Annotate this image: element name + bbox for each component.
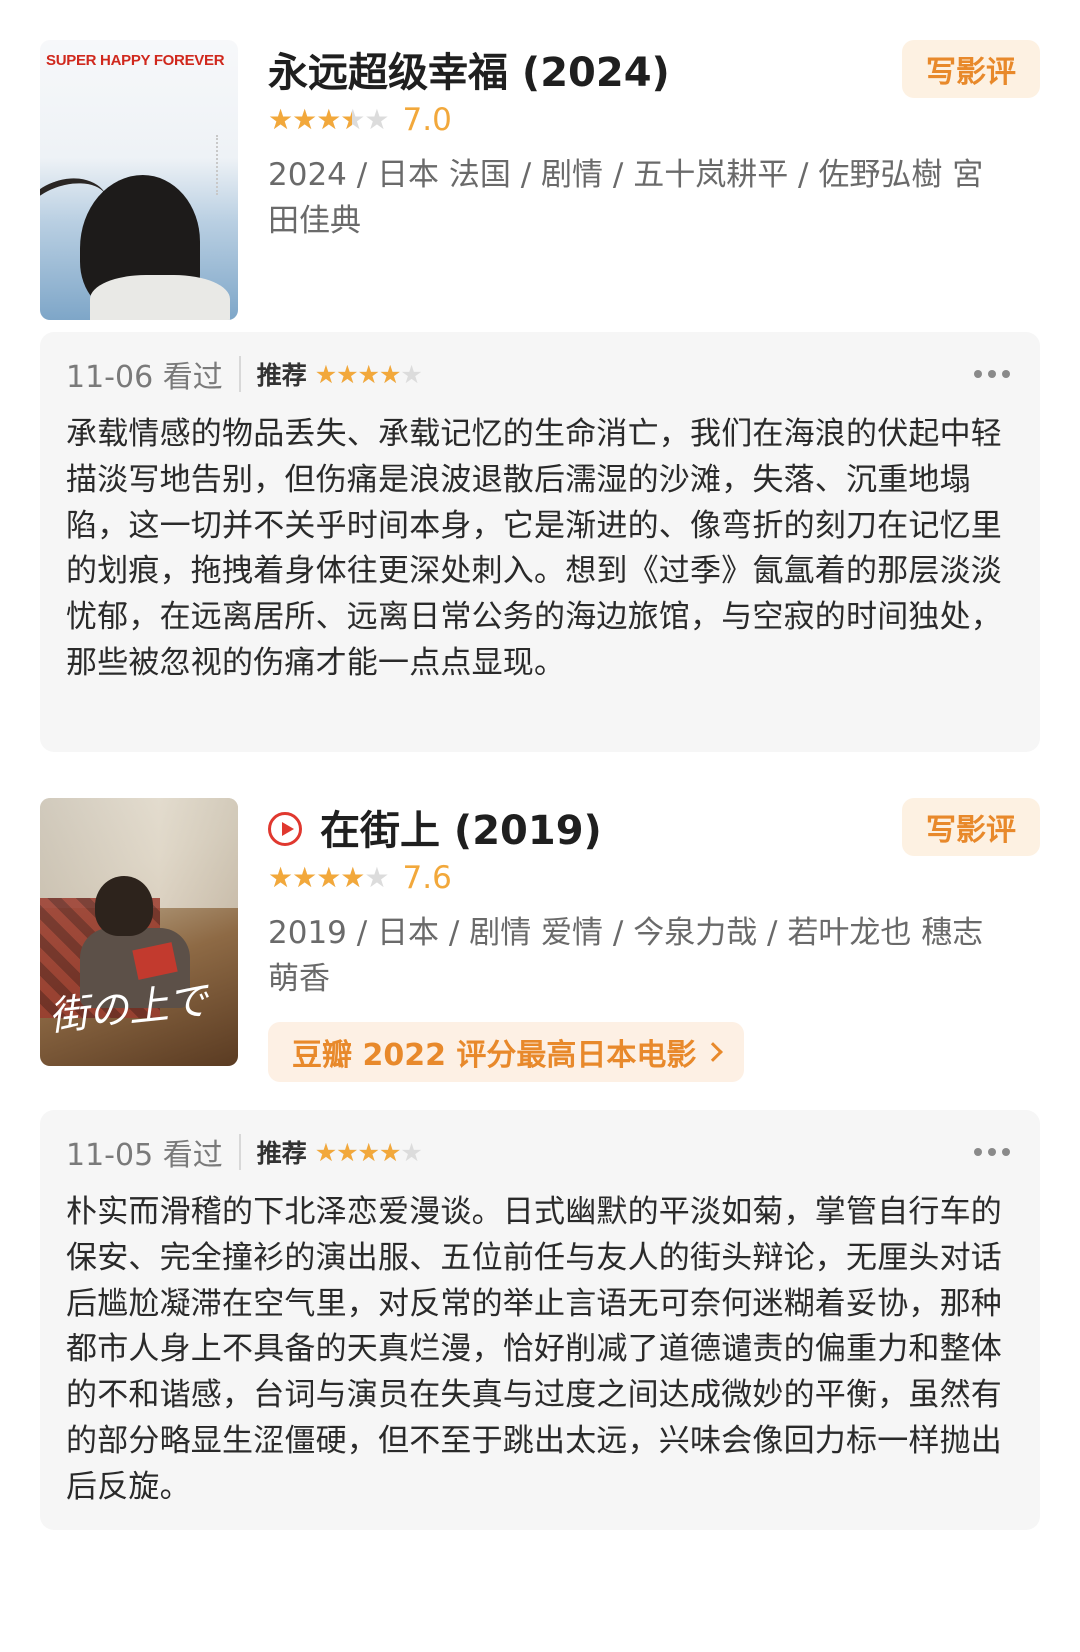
play-icon[interactable]: [268, 812, 302, 846]
movie-card[interactable]: SUPER HAPPY FOREVER 永远超级幸福 (2024) ★★★★★ ★…: [40, 40, 1040, 320]
more-options-icon[interactable]: [974, 370, 1010, 378]
review-card: 11-06 看过 推荐 ★★★★★★★★★★ 承载情感的物品丢失、承载记忆的生命…: [40, 332, 1040, 752]
ranking-link-label: 豆瓣 2022 评分最高日本电影: [292, 1038, 697, 1073]
review-text: 朴实而滑稽的下北泽恋爱漫谈。日式幽默的平淡如菊，掌管自行车的保安、完全撞衫的演出…: [66, 1194, 1002, 1505]
movie-rating: ★★★★★★★★★★ 7.6: [268, 860, 452, 896]
movie-title[interactable]: 永远超级幸福 (2024): [268, 40, 670, 98]
poster-title: SUPER HAPPY FOREVER: [46, 52, 225, 69]
review-text: 承载情感的物品丢失、承载记忆的生命消亡，我们在海浪的伏起中轻描淡写地告别，但伤痛…: [66, 416, 1002, 681]
movie-meta: 2019 / 日本 / 剧情 爱情 / 今泉力哉 / 若叶龙也 穗志萌香: [268, 915, 984, 997]
movie-title[interactable]: 在街上 (2019): [268, 798, 602, 856]
movie-rating: ★★★★★★★★★★ 7.0: [268, 102, 452, 138]
movie-poster[interactable]: 街の上で: [40, 798, 238, 1066]
review-stars: ★★★★★★★★★★: [314, 359, 423, 389]
write-review-button[interactable]: 写影评: [902, 798, 1040, 856]
movie-card[interactable]: 街の上で 在街上 (2019) ★★★★★★★★★★ 7.6 2019 / 日本…: [40, 798, 1040, 1088]
review-date: 11-05 看过: [66, 1138, 223, 1173]
divider: [238, 1134, 241, 1170]
review-tag: 推荐: [256, 361, 307, 390]
more-options-icon[interactable]: [974, 1148, 1010, 1156]
divider: [238, 356, 241, 392]
ranking-link[interactable]: 豆瓣 2022 评分最高日本电影: [268, 1022, 745, 1082]
rating-stars: ★★★★★★★★★★: [268, 103, 390, 136]
chevron-right-icon: [703, 1042, 724, 1062]
write-review-button[interactable]: 写影评: [902, 40, 1040, 98]
rating-stars: ★★★★★★★★★★: [268, 861, 390, 894]
review-card: 11-05 看过 推荐 ★★★★★★★★★★ 朴实而滑稽的下北泽恋爱漫谈。日式幽…: [40, 1110, 1040, 1530]
movie-meta: 2024 / 日本 法国 / 剧情 / 五十岚耕平 / 佐野弘樹 宮田佳典: [268, 157, 984, 239]
review-stars: ★★★★★★★★★★: [314, 1137, 423, 1167]
rating-score: 7.6: [402, 860, 452, 896]
review-tag: 推荐: [256, 1139, 307, 1168]
movie-poster[interactable]: SUPER HAPPY FOREVER: [40, 40, 238, 320]
rating-score: 7.0: [402, 102, 452, 138]
review-date: 11-06 看过: [66, 360, 223, 395]
